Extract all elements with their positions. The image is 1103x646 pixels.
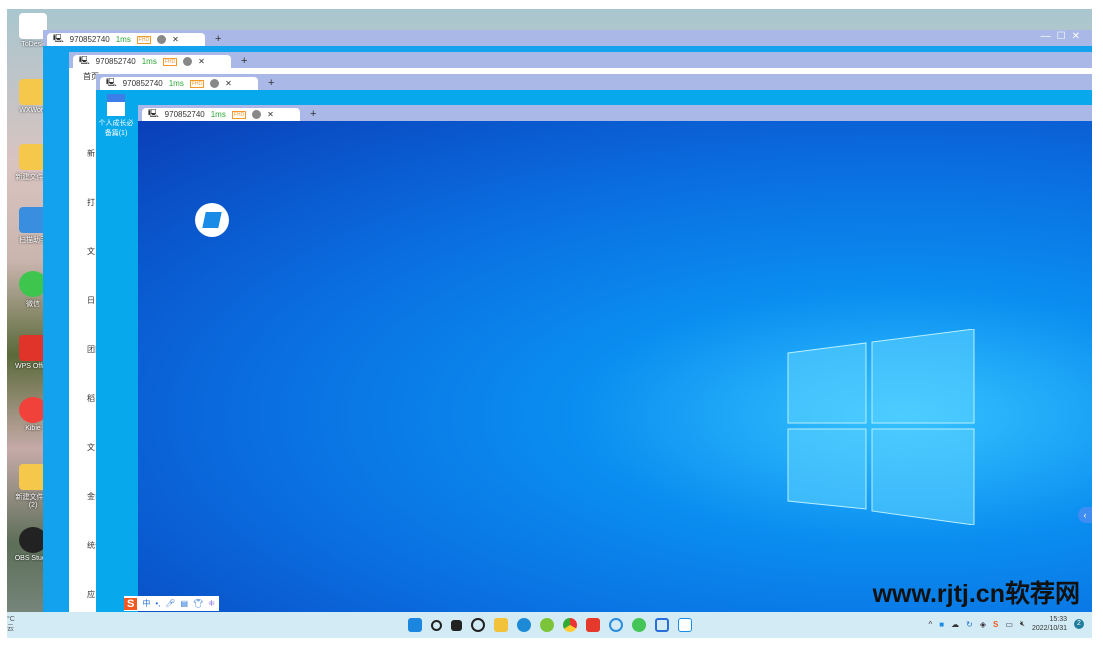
session-tab[interactable]: 🖳 970852740 1ms FHD ✕ [47, 33, 205, 46]
record-icon[interactable] [210, 79, 220, 88]
toolbox-icon[interactable]: ⁜ [208, 599, 215, 608]
icon-label: 微信 [26, 301, 40, 308]
session-tab[interactable]: 🖳 970852740 1ms FHD ✕ [73, 55, 231, 68]
close-button[interactable]: ✕ [1072, 31, 1086, 42]
desktop-icon-document[interactable]: 个人成长必备篇(1) [98, 94, 134, 138]
todesk-tray-icon[interactable]: ■ [939, 620, 944, 629]
latency: 1ms [115, 35, 131, 44]
wps-icon[interactable] [585, 618, 600, 632]
keyboard-icon[interactable]: ▤ [181, 599, 189, 608]
mic-icon[interactable]: 🎤︎ [165, 599, 175, 608]
monitor-icon: 🖳 [106, 77, 117, 87]
remote-window-4[interactable]: 🖳 970852740 1ms FHD ✕ + ‹ [138, 105, 1092, 612]
collapse-sidebar-button[interactable]: ‹ [1078, 507, 1092, 523]
windows-wallpaper: ‹ [138, 121, 1092, 612]
monitor-icon: 🖳 [53, 33, 64, 43]
new-tab-button[interactable]: + [268, 77, 274, 90]
latency: 1ms [141, 57, 157, 66]
qq-icon[interactable] [608, 618, 623, 632]
skin-icon[interactable]: 👕︎ [193, 599, 203, 608]
record-icon[interactable] [252, 110, 262, 119]
new-tab-button[interactable]: + [241, 55, 247, 68]
maximize-button[interactable]: ☐ [1057, 31, 1072, 42]
notification-badge[interactable]: 2 [1074, 619, 1084, 629]
new-tab-button[interactable]: + [215, 33, 221, 46]
close-tab-icon[interactable]: ✕ [267, 110, 274, 119]
sync-icon[interactable]: ↻ [966, 620, 973, 629]
task-view-icon[interactable] [450, 619, 462, 631]
chrome-icon[interactable] [562, 618, 577, 632]
session-id: 970852740 [122, 79, 163, 88]
record-icon[interactable] [183, 57, 193, 66]
monitor-icon: 🖳 [148, 108, 159, 118]
search-icon[interactable] [430, 619, 442, 631]
weather-desc: 云 [7, 625, 14, 632]
session-id: 970852740 [164, 110, 205, 119]
time: 15:33 [1049, 616, 1067, 623]
window-controls[interactable]: —☐✕ [1041, 31, 1086, 42]
punct-icon[interactable]: •, [155, 599, 160, 608]
edge-icon[interactable] [516, 618, 531, 632]
sogou-icon: S [124, 597, 138, 610]
close-tab-icon[interactable]: ✕ [172, 35, 179, 44]
icon-label: Kibie [25, 425, 41, 432]
temperature: °C [7, 616, 15, 623]
close-tab-icon[interactable]: ✕ [198, 57, 205, 66]
quality-badge[interactable]: FHD [231, 110, 247, 119]
session-tab[interactable]: 🖳 970852740 1ms FHD ✕ [142, 108, 300, 121]
record-icon[interactable] [157, 35, 167, 44]
taskbar: °C 云 ^ ■ ☁ ↻ ◈ S ▭ 🔇︎ 15:33 2022/10/31 2 [7, 612, 1092, 638]
date: 2022/10/31 [1031, 625, 1067, 632]
latency: 1ms [168, 79, 184, 88]
watermark: www.rjtj.cn软荐网 [872, 580, 1080, 608]
new-tab-button[interactable]: + [310, 108, 316, 121]
session-id: 970852740 [69, 35, 110, 44]
chevron-up-icon[interactable]: ^ [929, 620, 933, 629]
ie-icon[interactable] [539, 618, 554, 632]
icon-label: 个人成长必备篇(1) [98, 120, 134, 137]
wechat-icon[interactable] [631, 618, 646, 632]
network-icon[interactable]: ▭ [1005, 620, 1013, 629]
clock[interactable]: 15:33 2022/10/31 [1032, 615, 1067, 633]
session-tab[interactable]: 🖳 970852740 1ms FHD ✕ [100, 77, 258, 90]
todesk-icon[interactable] [677, 618, 692, 632]
weather-widget[interactable]: °C 云 [7, 615, 15, 633]
speaker-tray-icon[interactable]: ◈ [980, 620, 986, 629]
session-id: 970852740 [95, 57, 136, 66]
icon-label: ToDesk [21, 41, 45, 48]
cloud-icon[interactable]: ☁ [951, 620, 959, 629]
start-icon[interactable] [407, 618, 422, 632]
minimize-button[interactable]: — [1041, 31, 1057, 42]
dell-icon[interactable] [470, 618, 485, 632]
ime-toolbar[interactable]: S 中 •, 🎤︎ ▤ 👕︎ ⁜ [124, 596, 219, 611]
system-tray: ^ ■ ☁ ↻ ◈ S ▭ 🔇︎ 15:33 2022/10/31 2 [929, 615, 1084, 633]
quality-badge[interactable]: FHD [189, 79, 205, 88]
close-tab-icon[interactable]: ✕ [225, 79, 232, 88]
quality-badge[interactable]: FHD [162, 57, 178, 66]
file-explorer-icon[interactable] [493, 618, 508, 632]
word-doc-icon [107, 94, 125, 116]
sogou-tray-icon[interactable]: S [993, 620, 998, 629]
windows-logo [787, 329, 975, 525]
ime-mode[interactable]: 中 [142, 598, 150, 609]
desktop: ToDesk WXWork 新建文件夹 扫描助手 微信 WPS Office K… [7, 9, 1092, 638]
volume-muted-icon[interactable]: 🔇︎ [1020, 619, 1025, 629]
todesk-logo-icon[interactable] [195, 203, 229, 237]
monitor-icon: 🖳 [79, 55, 90, 65]
latency: 1ms [210, 110, 226, 119]
remote-app-icon[interactable] [654, 618, 669, 632]
quality-badge[interactable]: FHD [136, 35, 152, 44]
